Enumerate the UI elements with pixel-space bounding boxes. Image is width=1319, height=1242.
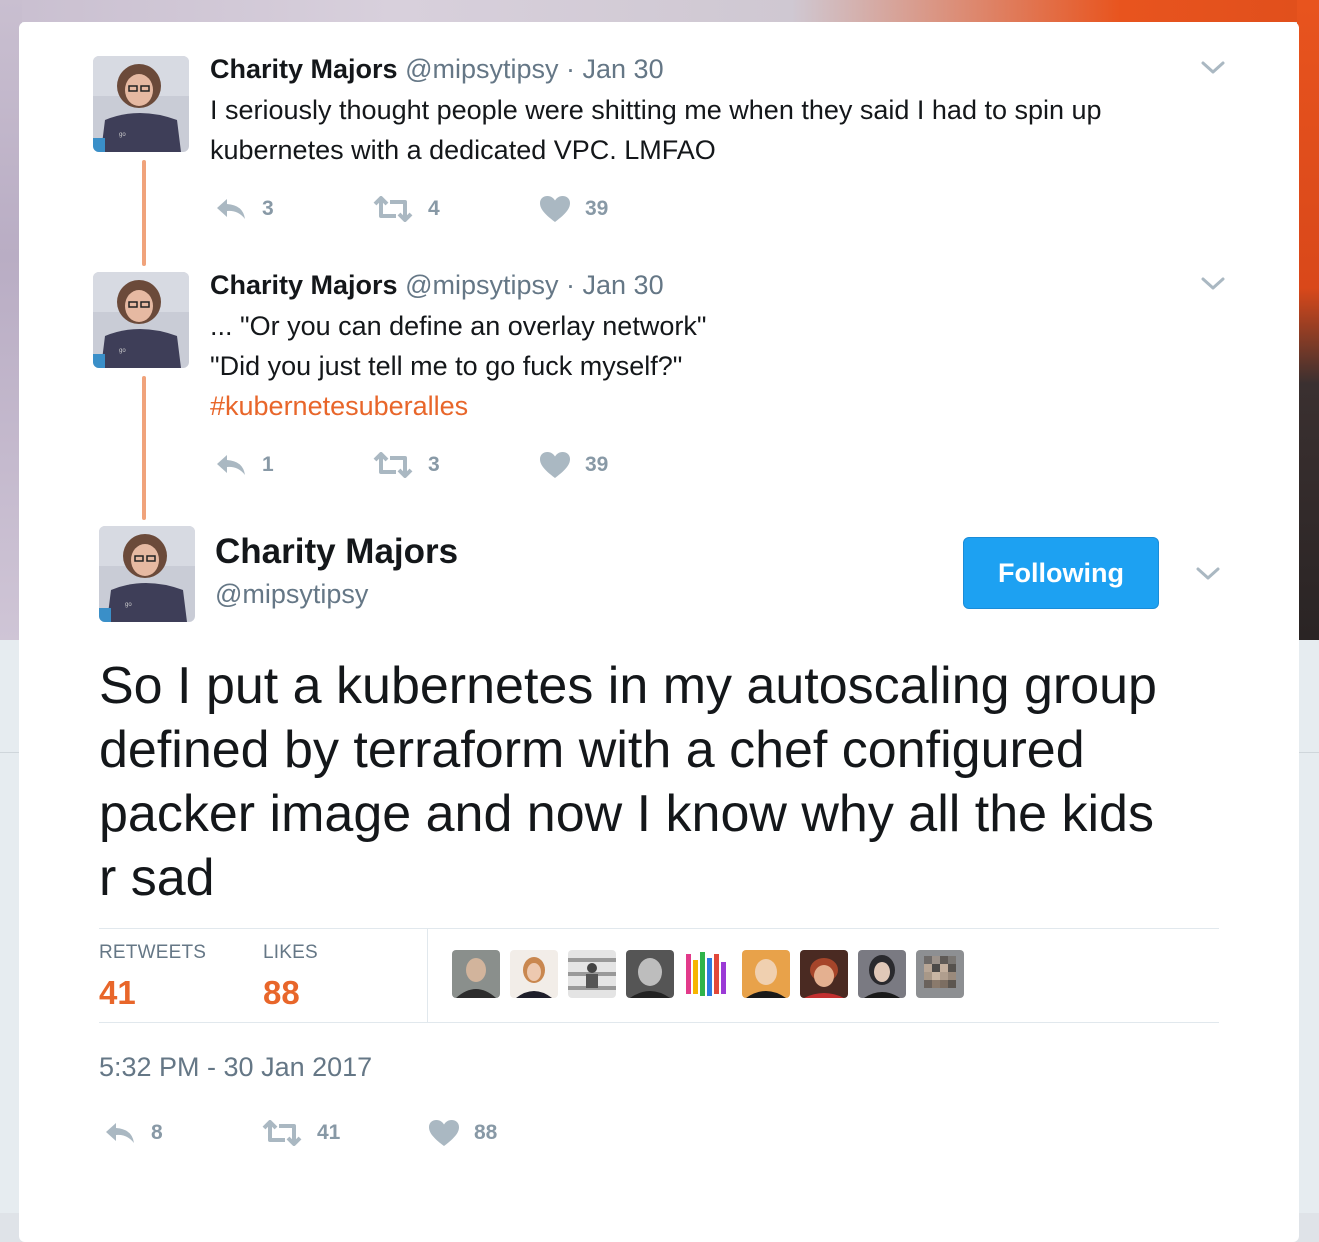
- tweet-header: Charity Majors @mipsytipsy · Jan 30: [210, 52, 664, 86]
- liker-avatar[interactable]: [742, 950, 790, 998]
- main-tweet-text: So I put a kubernetes in my autoscaling …: [99, 654, 1229, 910]
- heart-icon: [429, 1120, 459, 1146]
- author-handle[interactable]: @mipsytipsy: [405, 54, 558, 84]
- tweet-text-line: ... "Or you can define an overlay networ…: [210, 311, 707, 341]
- like-button[interactable]: 88: [428, 1118, 497, 1148]
- avatar[interactable]: go: [93, 272, 189, 368]
- reply-button[interactable]: 1: [214, 450, 274, 480]
- liker-avatar[interactable]: [568, 950, 616, 998]
- retweet-count: 41: [317, 1121, 341, 1144]
- avatar[interactable]: go: [93, 56, 189, 152]
- reply-count: 1: [262, 453, 274, 476]
- liker-avatar[interactable]: [626, 950, 674, 998]
- reply-icon: [106, 1123, 134, 1143]
- thread-connector: [142, 160, 146, 266]
- tweet-permalink-modal: go Charity Majors @mipsytipsy · Jan 30 I…: [19, 22, 1299, 1242]
- retweets-stat[interactable]: RETWEETS 41: [99, 942, 206, 1012]
- retweet-count: 4: [428, 197, 440, 220]
- liker-avatar[interactable]: [684, 950, 732, 998]
- svg-text:go: go: [119, 132, 126, 138]
- like-count: 39: [585, 197, 609, 220]
- liker-avatar[interactable]: [916, 950, 964, 998]
- tweet-text: I seriously thought people were shitting…: [210, 90, 1190, 170]
- tweet-text: ... "Or you can define an overlay networ…: [210, 306, 1190, 426]
- likes-stat[interactable]: LIKES 88: [263, 942, 318, 1012]
- tweet-header: Charity Majors @mipsytipsy · Jan 30: [210, 268, 664, 302]
- chevron-down-icon[interactable]: [1200, 60, 1226, 76]
- divider: [99, 928, 1219, 929]
- main-tweet-text-line: defined by terraform with a chef configu…: [99, 721, 1085, 779]
- retweet-icon: [373, 452, 413, 478]
- reply-button[interactable]: 8: [103, 1118, 163, 1148]
- tweet-text-line: "Did you just tell me to go fuck myself?…: [210, 351, 683, 381]
- divider: [427, 929, 428, 1022]
- thread-connector: [142, 376, 146, 520]
- like-button[interactable]: 39: [539, 450, 608, 480]
- chevron-down-icon[interactable]: [1200, 276, 1226, 292]
- reply-count: 3: [262, 197, 274, 220]
- reply-icon: [217, 455, 245, 475]
- reply-icon: [217, 199, 245, 219]
- reply-count: 8: [151, 1121, 163, 1144]
- following-button[interactable]: Following: [963, 537, 1159, 609]
- retweet-icon: [373, 196, 413, 222]
- divider: [99, 1022, 1219, 1023]
- tweet-date[interactable]: · Jan 30: [566, 270, 664, 300]
- liker-avatar[interactable]: [452, 950, 500, 998]
- main-tweet-text-line: packer image and now I know why all the …: [99, 785, 1154, 843]
- tweet-text-line: kubernetes with a dedicated VPC. LMFAO: [210, 135, 716, 165]
- main-author-handle[interactable]: @mipsytipsy: [215, 577, 368, 611]
- main-tweet-text-line: So I put a kubernetes in my autoscaling …: [99, 657, 1157, 715]
- main-avatar[interactable]: go: [99, 526, 195, 622]
- background-header: [0, 0, 1319, 22]
- svg-text:go: go: [125, 602, 132, 608]
- retweet-count: 3: [428, 453, 440, 476]
- svg-text:go: go: [119, 348, 126, 354]
- author-name[interactable]: Charity Majors: [210, 54, 398, 84]
- tweet-timestamp[interactable]: 5:32 PM - 30 Jan 2017: [99, 1052, 372, 1083]
- chevron-down-icon[interactable]: [1195, 566, 1221, 582]
- liker-avatar[interactable]: [858, 950, 906, 998]
- like-button[interactable]: 39: [539, 194, 608, 224]
- likes-count: 88: [263, 974, 300, 1011]
- retweets-count: 41: [99, 974, 136, 1011]
- like-count: 39: [585, 453, 609, 476]
- heart-icon: [540, 452, 570, 478]
- author-name[interactable]: Charity Majors: [210, 270, 398, 300]
- background-right-edge: [1297, 0, 1319, 640]
- tweet-date[interactable]: · Jan 30: [566, 54, 664, 84]
- main-tweet-text-line: r sad: [99, 849, 215, 907]
- retweet-icon: [262, 1120, 302, 1146]
- retweet-button[interactable]: 4: [372, 194, 440, 224]
- retweet-button[interactable]: 3: [372, 450, 440, 480]
- reply-button[interactable]: 3: [214, 194, 274, 224]
- retweet-button[interactable]: 41: [261, 1118, 340, 1148]
- main-author-name[interactable]: Charity Majors: [215, 530, 458, 574]
- like-count: 88: [474, 1121, 498, 1144]
- liker-avatar[interactable]: [510, 950, 558, 998]
- liker-avatar[interactable]: [800, 950, 848, 998]
- hashtag-link[interactable]: #kubernetesuberalles: [210, 386, 1190, 426]
- heart-icon: [540, 196, 570, 222]
- author-handle[interactable]: @mipsytipsy: [405, 270, 558, 300]
- retweets-label: RETWEETS: [99, 942, 207, 963]
- likes-label: LIKES: [263, 942, 318, 963]
- tweet-text-line: I seriously thought people were shitting…: [210, 95, 1102, 125]
